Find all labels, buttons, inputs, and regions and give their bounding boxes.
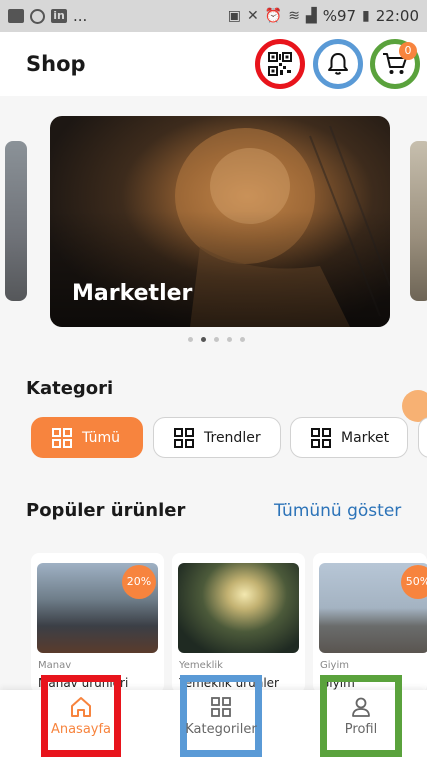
chip-market[interactable]: Market	[290, 417, 408, 458]
nav-label: Kategoriler	[185, 721, 257, 737]
chip-label: Market	[341, 429, 390, 446]
wifi-icon: ≋	[288, 8, 300, 24]
nav-profile[interactable]: Profil	[320, 675, 402, 757]
see-all-link[interactable]: Tümünü göster	[274, 501, 401, 521]
product-category: Yemeklik	[179, 660, 223, 671]
nav-label: Profil	[344, 721, 378, 737]
cart-button[interactable]: 0	[370, 39, 420, 89]
carousel-dot[interactable]	[214, 337, 219, 342]
cast-icon: ▣	[227, 8, 242, 24]
carousel-dot[interactable]	[188, 337, 193, 342]
banner-title: Marketler	[72, 281, 193, 306]
discount-badge: 20%	[122, 565, 156, 599]
signal-icon: ▟	[305, 8, 317, 24]
carousel-indicator	[188, 337, 245, 342]
status-time: 22:00	[375, 7, 419, 25]
grid-icon	[211, 696, 231, 717]
alarm-icon: ⏰	[264, 8, 283, 24]
popular-section-title: Popüler ürünler	[26, 500, 186, 521]
page-title: Shop	[26, 52, 86, 76]
grid-icon	[52, 427, 72, 448]
status-bar: in ... ▣ ✕ ⏰ ≋ ▟ %97 ▮ 22:00	[0, 0, 427, 32]
chip-next-peek[interactable]	[418, 417, 427, 458]
status-right: ▣ ✕ ⏰ ≋ ▟ %97 ▮ 22:00	[228, 7, 419, 25]
instagram-icon	[30, 8, 45, 24]
mute-icon: ✕	[247, 8, 259, 24]
chip-all[interactable]: Tümü	[31, 417, 143, 458]
carousel-prev-slide[interactable]	[5, 141, 27, 301]
product-card[interactable]: Yemeklik Yemeklik ürünler	[172, 553, 305, 693]
carousel-dot-active[interactable]	[201, 337, 206, 342]
product-card[interactable]: 20% Manav Manav ürünleri	[31, 553, 164, 693]
banner-slide[interactable]: Marketler	[50, 116, 390, 327]
battery-icon: ▮	[362, 8, 370, 24]
cart-count-badge: 0	[399, 42, 417, 60]
grid-icon	[311, 427, 331, 448]
product-category: Giyim	[320, 660, 349, 671]
product-category: Manav	[38, 660, 72, 671]
nav-categories[interactable]: Kategoriler	[180, 675, 262, 757]
chip-trends[interactable]: Trendler	[153, 417, 281, 458]
carousel-dot[interactable]	[240, 337, 245, 342]
home-icon	[71, 696, 91, 717]
status-more: ...	[73, 7, 88, 25]
bell-icon	[328, 53, 348, 75]
chip-label: Trendler	[204, 429, 261, 446]
nav-home[interactable]: Anasayfa	[41, 675, 121, 757]
user-icon	[352, 697, 370, 717]
linkedin-icon: in	[51, 9, 67, 23]
product-image	[178, 563, 299, 653]
chip-label: Tümü	[82, 429, 121, 446]
grid-icon	[174, 427, 194, 448]
carousel-dot[interactable]	[227, 337, 232, 342]
video-icon	[8, 9, 24, 23]
qr-code-icon	[268, 52, 292, 76]
product-card[interactable]: 50% Giyim Giyim	[313, 553, 427, 693]
carousel-next-slide[interactable]	[410, 141, 427, 301]
bottom-navigation: Anasayfa Kategoriler Profil	[0, 675, 427, 760]
status-left: in ...	[8, 7, 87, 25]
popular-products: 20% Manav Manav ürünleri Yemeklik Yemekl…	[0, 553, 427, 693]
nav-label: Anasayfa	[50, 721, 112, 737]
category-chips: Tümü Trendler Market	[0, 417, 427, 459]
discount-badge: 50%	[401, 565, 427, 599]
qr-scan-button[interactable]	[255, 39, 305, 89]
category-section-title: Kategori	[26, 378, 114, 399]
banner-carousel[interactable]: Marketler	[0, 96, 427, 356]
notifications-button[interactable]	[313, 39, 363, 89]
battery-level: %97	[322, 7, 357, 25]
app-bar: Shop 0	[0, 32, 427, 96]
